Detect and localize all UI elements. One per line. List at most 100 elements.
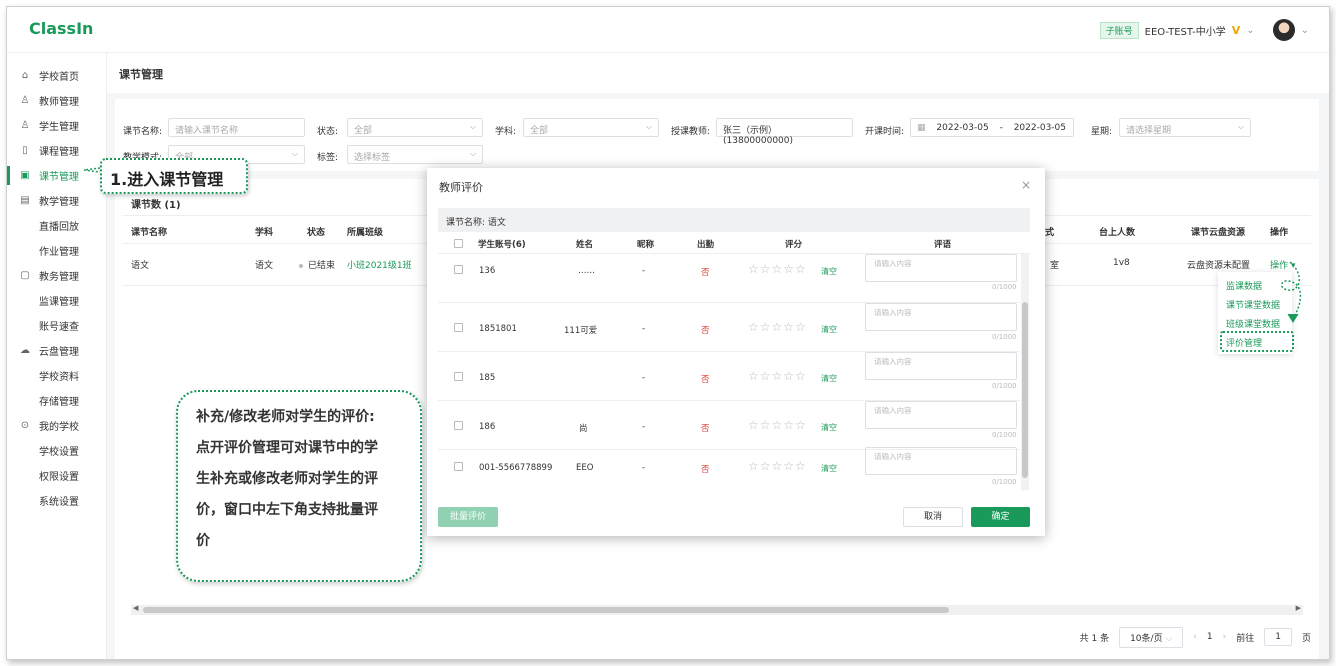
sidebar-item-label: 学生管理 — [39, 122, 79, 133]
weekday-select[interactable]: 请选择星期 ⌵ — [1119, 118, 1251, 137]
next-page-button[interactable]: › — [1223, 632, 1227, 642]
star-rating[interactable]: ☆☆☆☆☆ — [748, 418, 807, 432]
horizontal-scrollbar[interactable]: ◀ ▶ — [131, 604, 1303, 615]
account-area[interactable]: 子账号 EEO-TEST-中小学 V ⌄ ⌄ — [1099, 17, 1309, 43]
confirm-button[interactable]: 确定 — [971, 507, 1030, 527]
table-row: 136 …… - 否 ☆☆☆☆☆ 清空 请输入内容 0/1000 — [438, 254, 1020, 303]
sidebar-item-label: 直播回放 — [39, 222, 79, 233]
comment-counter: 0/1000 — [992, 478, 1017, 486]
sidebar-item-my-school[interactable]: ⊙ 我的学校 — [7, 413, 107, 438]
total-count: 共 1 条 — [1079, 633, 1110, 644]
goto-page-input[interactable]: 1 — [1264, 628, 1292, 646]
sidebar-item-monitor[interactable]: 监课管理 — [7, 288, 107, 313]
prev-page-button[interactable]: ‹ — [1193, 632, 1197, 642]
sidebar-item-account-lookup[interactable]: 账号速查 — [7, 313, 107, 338]
clear-rating-link[interactable]: 清空 — [821, 266, 837, 277]
cancel-button[interactable]: 取消 — [903, 507, 963, 527]
comment-input[interactable]: 请输入内容 — [865, 254, 1017, 282]
subject-select[interactable]: 全部 ⌵ — [523, 118, 659, 137]
clear-rating-link[interactable]: 清空 — [821, 463, 837, 474]
student-nickname: - — [642, 373, 646, 383]
sidebar-item-lessons[interactable]: ▣ 课节管理 — [7, 163, 107, 188]
chevron-down-icon: ⌵ — [1165, 633, 1173, 644]
comment-input[interactable]: 请输入内容 — [865, 401, 1017, 429]
chevron-down-icon[interactable]: ⌄ — [1301, 25, 1309, 36]
instruction-line: 价，窗口中左下角支持批量评 — [196, 502, 378, 518]
menu-item-monitor-data[interactable]: 监课数据 — [1226, 279, 1262, 292]
sidebar-item-label: 权限设置 — [39, 472, 79, 483]
row-checkbox[interactable] — [454, 323, 463, 332]
sidebar-item-school-settings[interactable]: 学校设置 — [7, 438, 107, 463]
clear-rating-link[interactable]: 清空 — [821, 324, 837, 335]
col-header-class: 所属班级 — [347, 228, 384, 238]
sidebar-item-teachers[interactable]: ♙ 教师管理 — [7, 88, 107, 113]
row-status: 已结束 — [299, 258, 335, 271]
current-page[interactable]: 1 — [1207, 632, 1213, 642]
date-start: 2022-03-05 — [936, 123, 989, 133]
avatar[interactable] — [1272, 19, 1295, 41]
clear-rating-link[interactable]: 清空 — [821, 373, 837, 384]
chevron-down-icon: ⌵ — [1237, 122, 1244, 131]
lesson-name-input[interactable]: 请输入课节名称 — [168, 118, 305, 137]
row-subject: 语文 — [255, 261, 274, 271]
star-rating[interactable]: ☆☆☆☆☆ — [748, 320, 807, 334]
table-row: 001-5566778899 EEO - 否 ☆☆☆☆☆ 清空 请输入内容 0/… — [438, 447, 1020, 499]
menu-item-lesson-class-data[interactable]: 课节课堂数据 — [1226, 298, 1280, 311]
classin-logo[interactable]: ClassIn — [29, 19, 93, 38]
sidebar-item-label: 教师管理 — [39, 97, 79, 108]
scrollbar-thumb[interactable] — [1022, 302, 1028, 478]
school-name[interactable]: EEO-TEST-中小学 — [1145, 23, 1226, 38]
status-select[interactable]: 全部 ⌵ — [347, 118, 483, 137]
sidebar-item-label: 学校设置 — [39, 447, 79, 458]
pagination: 共 1 条 10条/页 ⌵ ‹ 1 › 前往 1 页 — [1079, 626, 1311, 648]
scroll-left-icon[interactable]: ◀ — [133, 604, 138, 612]
row-class-link[interactable]: 小班2021级1班 — [347, 258, 412, 271]
sidebar-item-replay[interactable]: 直播回放 — [7, 213, 107, 238]
sidebar-item-teaching[interactable]: ▤ 教学管理 — [7, 188, 107, 213]
row-checkbox[interactable] — [454, 462, 463, 471]
comment-input[interactable]: 请输入内容 — [865, 303, 1017, 331]
vip-icon: V — [1231, 23, 1241, 37]
batch-evaluate-button[interactable]: 批量评价 — [438, 507, 498, 527]
teacher-input[interactable]: 张三（示例）(13800000000) — [716, 118, 853, 146]
select-all-checkbox[interactable] — [454, 239, 463, 248]
sidebar-item-academic[interactable]: ▢ 教务管理 — [7, 263, 107, 288]
scroll-right-icon[interactable]: ▶ — [1296, 604, 1301, 612]
comment-input[interactable]: 请输入内容 — [865, 447, 1017, 475]
operation-dropdown-trigger[interactable]: 操作 ▾ — [1270, 258, 1295, 271]
star-rating[interactable]: ☆☆☆☆☆ — [748, 459, 807, 473]
sidebar-item-students[interactable]: ♙ 学生管理 — [7, 113, 107, 138]
menu-item-class-data[interactable]: 班级课堂数据 — [1226, 317, 1280, 330]
page-title: 课节管理 — [119, 68, 163, 81]
tag-select[interactable]: 选择标签 ⌵ — [347, 145, 483, 164]
subject-label: 学科: — [495, 127, 517, 137]
row-checkbox[interactable] — [454, 265, 463, 274]
student-nickname: - — [642, 463, 646, 473]
clear-rating-link[interactable]: 清空 — [821, 422, 837, 433]
sidebar-item-school-files[interactable]: 学校资料 — [7, 363, 107, 388]
sidebar-item-homework[interactable]: 作业管理 — [7, 238, 107, 263]
page-size-select[interactable]: 10条/页 ⌵ — [1119, 626, 1184, 648]
teacher-evaluation-dialog: 教师评价 × 课节名称: 语文 学生账号(6) 姓名 昵称 出勤 评分 评语 1… — [427, 168, 1045, 536]
table-row: 186 尚 - 否 ☆☆☆☆☆ 清空 请输入内容 0/1000 — [438, 401, 1020, 450]
sidebar-item-cloud[interactable]: ☁ 云盘管理 — [7, 338, 107, 363]
sidebar-item-courses[interactable]: ▯ 课程管理 — [7, 138, 107, 163]
chevron-down-icon[interactable]: ⌄ — [1246, 25, 1254, 36]
sidebar-item-home[interactable]: ⌂ 学校首页 — [7, 63, 107, 88]
chevron-down-icon: ⌵ — [469, 149, 476, 158]
sidebar-item-permissions[interactable]: 权限设置 — [7, 463, 107, 488]
row-checkbox[interactable] — [454, 421, 463, 430]
row-checkbox[interactable] — [454, 372, 463, 381]
comment-input[interactable]: 请输入内容 — [865, 352, 1017, 380]
close-icon[interactable]: × — [1021, 178, 1031, 192]
sidebar-item-system-settings[interactable]: 系统设置 — [7, 488, 107, 513]
star-rating[interactable]: ☆☆☆☆☆ — [748, 262, 807, 276]
scrollbar-thumb[interactable] — [143, 607, 949, 613]
row-status-text: 已结束 — [308, 261, 336, 271]
school-icon: ⊙ — [20, 420, 30, 431]
date-range-picker[interactable]: ▦ 2022-03-05 - 2022-03-05 — [910, 118, 1074, 137]
vertical-scrollbar[interactable] — [1021, 254, 1029, 490]
student-account: 001-5566778899 — [479, 463, 553, 473]
sidebar-item-storage[interactable]: 存储管理 — [7, 388, 107, 413]
star-rating[interactable]: ☆☆☆☆☆ — [748, 369, 807, 383]
